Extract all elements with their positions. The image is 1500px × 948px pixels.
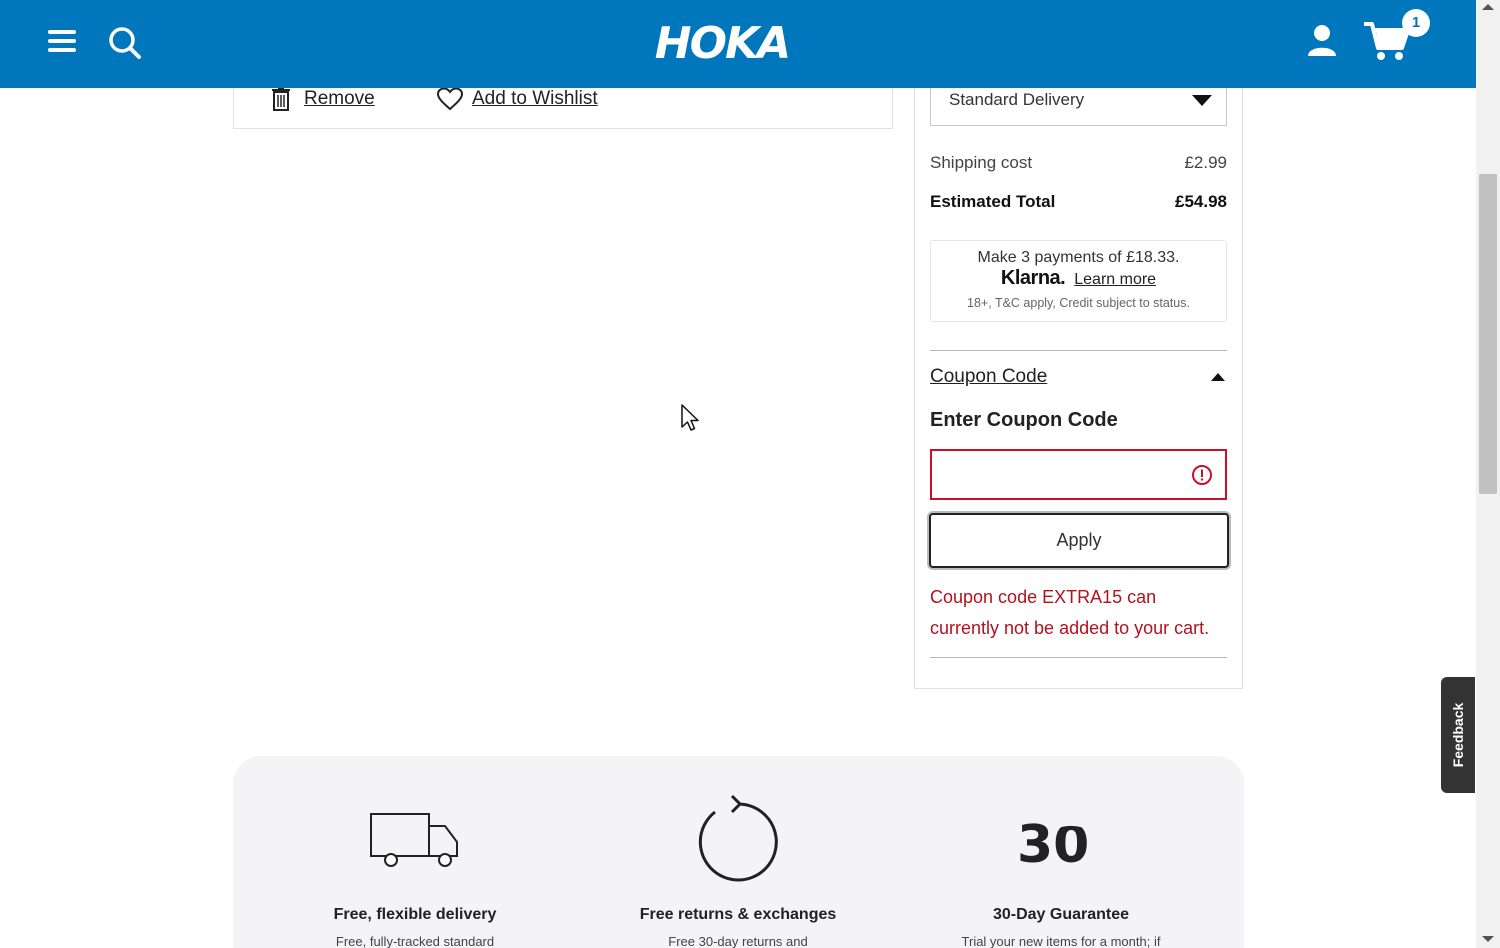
benefit-title: Free returns & exchanges [639,906,837,923]
coupon-heading: Enter Coupon Code [930,409,1118,431]
coupon-code-toggle[interactable]: Coupon Code [930,366,1227,392]
menu-icon-bar [48,48,76,52]
scroll-up-arrow-icon[interactable] [1482,4,1494,10]
estimated-total-value: £54.98 [1175,192,1227,211]
klarna-brand-line: Klarna. Learn more [931,267,1226,290]
klarna-promo: Make 3 payments of £18.33. Klarna. Learn… [930,240,1227,322]
wishlist-label: Add to Wishlist [472,88,598,109]
klarna-logo: Klarna. [1000,267,1066,289]
apply-coupon-button[interactable]: Apply [929,513,1229,568]
shipping-cost-value: £2.99 [1184,153,1227,172]
coupon-toggle-label: Coupon Code [930,366,1048,387]
delivery-truck-icon [370,813,458,867]
search-icon [109,27,141,59]
page-scrollbar[interactable] [1476,0,1500,948]
divider [930,657,1227,658]
scroll-down-arrow-icon[interactable] [1482,936,1494,942]
shipping-cost-label: Shipping cost [930,153,1033,172]
mouse-cursor-icon [681,404,699,431]
logo-text: HOKA [654,18,791,69]
chevron-up-icon [1211,373,1225,381]
error-alert-icon [1192,465,1212,485]
search-button[interactable] [106,24,146,64]
menu-button[interactable] [46,26,80,56]
klarna-installments: Make 3 payments of £18.33. [977,249,1180,266]
coupon-code-input[interactable] [932,451,1172,496]
site-header: HOKA 1 [0,0,1476,88]
shipping-cost-row: Shipping cost £2.99 [930,153,1227,173]
klarna-learn-more-link[interactable]: Learn more [1074,271,1156,288]
menu-icon-bar [48,30,76,34]
benefit-title: Free, flexible delivery [333,906,497,923]
feedback-tab[interactable]: Feedback [1441,677,1475,793]
cart-count-badge: 1 [1402,9,1430,37]
remove-item-link[interactable]: Remove [270,86,375,112]
hoka-logo[interactable]: HOKA [640,16,804,72]
benefit-desc: Free, fully-tracked standard [335,934,495,948]
account-button[interactable] [1302,20,1342,60]
page: HOKA 1 Remove Add to Wishlist Standard D… [0,0,1500,948]
add-to-wishlist-link[interactable]: Add to Wishlist [436,86,598,112]
coupon-input-wrapper [930,449,1227,500]
benefit-desc: Trial your new items for a month; if [961,934,1161,948]
delivery-selected-value: Standard Delivery [949,90,1085,109]
feedback-label: Feedback [1450,702,1466,768]
user-icon [1308,25,1336,56]
benefit-title: 30-Day Guarantee [992,906,1130,923]
klarna-disclaimer: 18+, T&C apply, Credit subject to status… [967,296,1190,310]
remove-label: Remove [304,88,375,109]
chevron-down-icon [1192,95,1212,106]
divider [930,350,1227,351]
estimated-total-row: Estimated Total £54.98 [930,192,1227,212]
estimated-total-label: Estimated Total [930,192,1056,211]
coupon-error-message: Coupon code EXTRA15 can currently not be… [930,587,1210,638]
scrollbar-thumb[interactable] [1479,174,1497,494]
benefits-strip: Free, flexible delivery Free, fully-trac… [233,756,1244,948]
benefit-desc: Free 30-day returns and [668,934,808,948]
trash-icon [272,87,290,111]
thirty-day-icon: 30 [1017,815,1110,875]
menu-icon-bar [48,39,76,43]
heart-icon [436,87,464,111]
returns-arrow-icon [698,794,778,882]
